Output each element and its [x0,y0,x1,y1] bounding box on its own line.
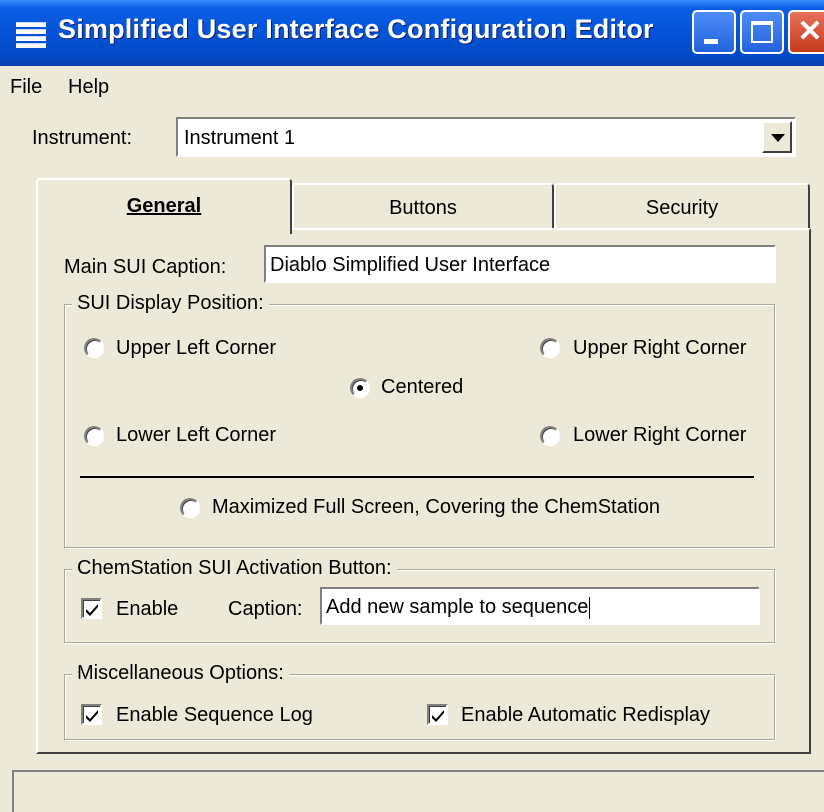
centered-label: Centered [381,376,464,398]
upper-right-label: Upper Right Corner [573,337,747,359]
title-bar[interactable]: Simplified User Interface Configuration … [0,0,824,66]
main-caption-label: Main SUI Caption: [64,256,227,278]
radio-lower-right[interactable] [540,426,560,446]
tab-general[interactable]: General [36,178,292,234]
activation-caption-value: Add new sample to sequence [326,596,589,618]
close-button[interactable]: ✕ [788,10,824,54]
minimize-icon [704,39,718,44]
checkmark-icon [86,710,98,722]
main-caption-input[interactable]: Diablo Simplified User Interface [264,245,776,283]
instrument-value: Instrument 1 [184,127,296,149]
activation-caption-input[interactable]: Add new sample to sequence [320,587,760,625]
misc-options-title: Miscellaneous Options: [72,662,289,685]
enable-label: Enable [116,598,179,620]
minimize-button[interactable] [692,10,736,54]
maximized-label: Maximized Full Screen, Covering the Chem… [212,496,660,518]
dropdown-arrow-icon [771,134,785,142]
text-caret [589,596,591,619]
upper-left-label: Upper Left Corner [116,337,277,359]
main-caption-value: Diablo Simplified User Interface [270,254,551,276]
sequence-log-checkbox[interactable] [81,704,102,725]
radio-upper-left[interactable] [84,338,104,358]
tab-general-label: General [126,195,202,217]
editor-window: Simplified User Interface Configuration … [0,0,824,812]
status-bar [12,770,824,812]
tab-buttons[interactable]: Buttons [292,183,554,229]
dropdown-button[interactable] [762,121,792,153]
lower-right-label: Lower Right Corner [573,424,747,446]
caption-label: Caption: [228,598,303,620]
radio-lower-left[interactable] [84,426,104,446]
menu-file[interactable]: File [10,76,42,99]
instrument-select[interactable]: Instrument 1 [176,117,796,157]
position-divider [80,476,754,478]
checkmark-icon [86,604,98,616]
maximize-button[interactable] [740,10,784,54]
maximize-icon [751,21,773,43]
window-menu-icon[interactable] [14,20,48,48]
tab-buttons-label: Buttons [389,197,457,219]
menu-bar [0,66,824,102]
auto-redisplay-checkbox[interactable] [427,704,448,725]
display-position-title: SUI Display Position: [72,292,269,315]
auto-redisplay-label: Enable Automatic Redisplay [461,704,711,726]
radio-centered[interactable] [350,378,370,398]
radio-upper-right[interactable] [540,338,560,358]
menu-help[interactable]: Help [68,76,109,99]
tab-security[interactable]: Security [554,183,810,229]
radio-maximized[interactable] [180,498,200,518]
enable-checkbox[interactable] [81,598,102,619]
lower-left-label: Lower Left Corner [116,424,277,446]
window-title: Simplified User Interface Configuration … [58,14,654,44]
sequence-log-label: Enable Sequence Log [116,704,313,726]
close-icon: ✕ [797,15,823,48]
activation-button-title: ChemStation SUI Activation Button: [72,557,397,580]
instrument-label: Instrument: [32,127,133,149]
checkmark-icon [432,710,444,722]
tab-security-label: Security [645,197,719,219]
